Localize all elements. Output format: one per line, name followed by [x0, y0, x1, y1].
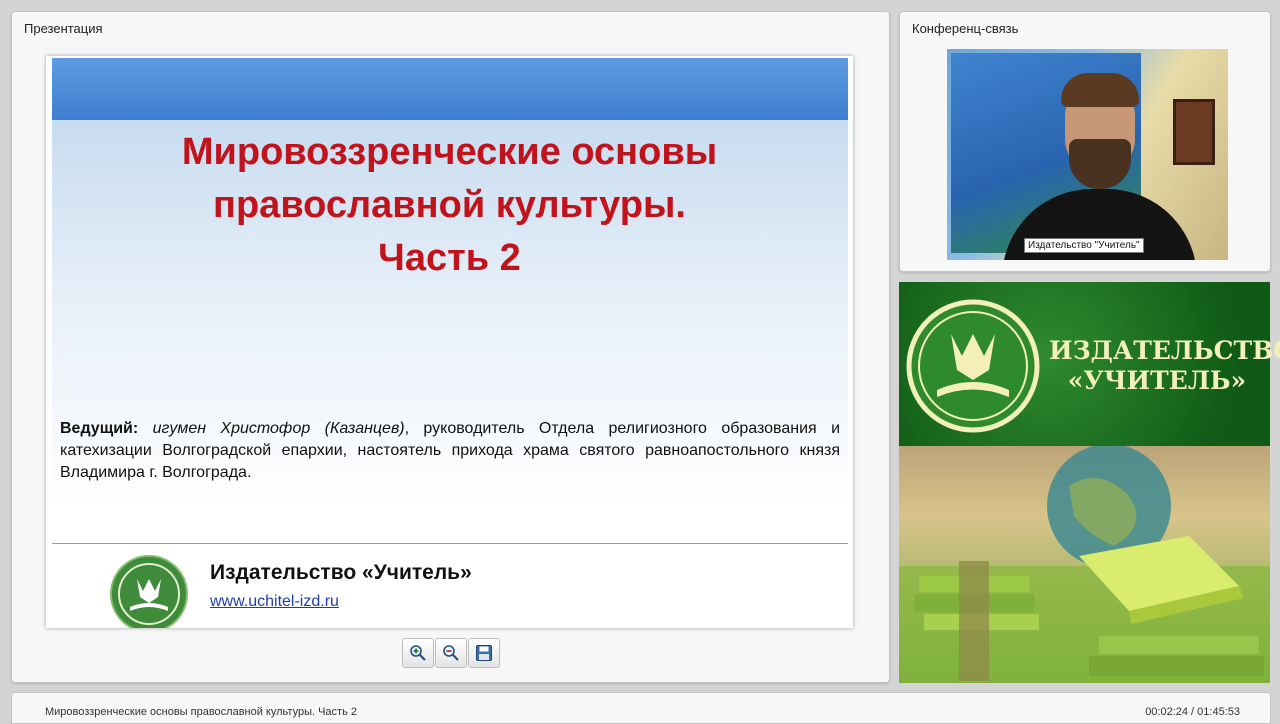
conference-panel: Конференц-связь Издательство "Учитель" — [899, 11, 1271, 272]
zoom-out-icon — [443, 645, 459, 661]
slide-title: Мировоззренческие основы православной ку… — [46, 126, 853, 285]
slide-title-line: Мировоззренческие основы — [181, 131, 718, 173]
slide-divider — [52, 543, 848, 544]
books-globe-image — [899, 446, 1270, 683]
presenter-role: Ведущий: — [60, 420, 139, 437]
video-caption: Издательство "Учитель" — [1024, 238, 1144, 253]
video-background-frame — [1173, 99, 1215, 165]
slide-header-band — [52, 58, 848, 120]
publisher-logo-icon — [110, 555, 188, 628]
presenter-name: игумен Христофор (Казанцев) — [152, 420, 405, 437]
slide-publisher-name: Издательство «Учитель» — [210, 561, 472, 584]
save-icon — [476, 645, 492, 661]
presentation-panel: Презентация Мировоззренческие основы пра… — [11, 11, 890, 683]
slide-title-line: православной культуры. — [213, 184, 686, 226]
zoom-in-button[interactable] — [402, 638, 434, 668]
status-presentation-title: Мировоззренческие основы православной ку… — [45, 706, 357, 718]
video-feed[interactable]: Издательство "Учитель" — [947, 49, 1228, 260]
speaker-hair — [1061, 73, 1139, 107]
slide: Мировоззренческие основы православной ку… — [46, 56, 853, 628]
brand-name-line: «УЧИТЕЛЬ» — [1067, 366, 1247, 395]
publisher-link[interactable]: www.uchitel-izd.ru — [210, 593, 339, 611]
conference-panel-title: Конференц-связь — [912, 21, 1019, 36]
brand-name-line: ИЗДАТЕЛЬСТВО — [1049, 336, 1280, 365]
books-globe-illustration — [899, 446, 1270, 683]
zoom-out-button[interactable] — [435, 638, 467, 668]
brand-logo-icon — [906, 299, 1040, 433]
status-bar: Мировоззренческие основы православной ку… — [11, 692, 1271, 724]
brand-banner: ИЗДАТЕЛЬСТВО «УЧИТЕЛЬ» — [899, 282, 1280, 446]
slide-presenter-info: Ведущий: игумен Христофор (Казанцев), ру… — [60, 418, 840, 484]
playback-time: 00:02:24 / 01:45:53 — [1145, 706, 1240, 718]
save-button[interactable] — [468, 638, 500, 668]
presentation-panel-title: Презентация — [24, 21, 103, 36]
slide-title-line: Часть 2 — [378, 237, 521, 279]
brand-name: ИЗДАТЕЛЬСТВО «УЧИТЕЛЬ» — [1049, 336, 1280, 396]
zoom-in-icon — [410, 645, 426, 661]
